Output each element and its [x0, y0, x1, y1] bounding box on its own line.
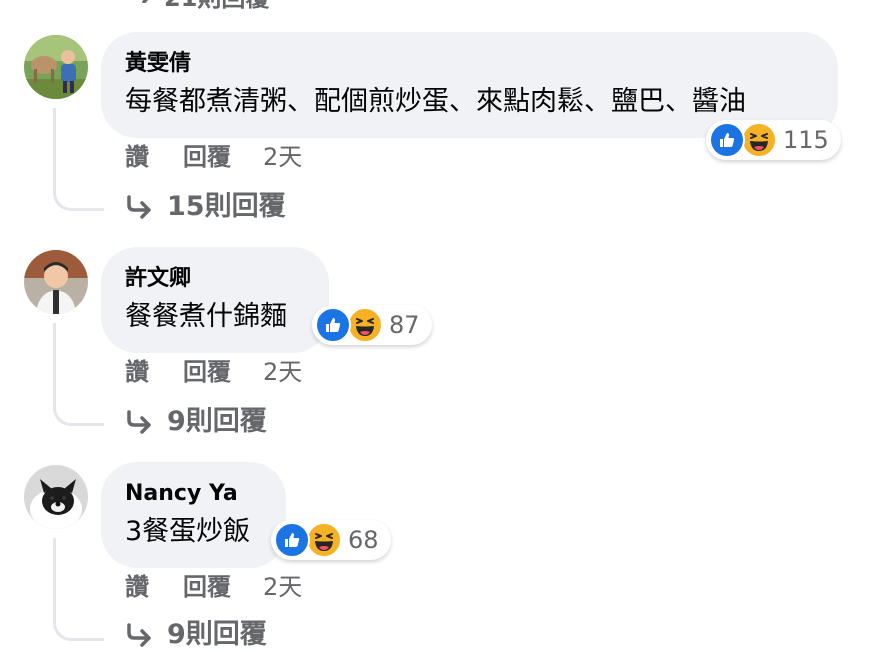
like-button[interactable]: 讚 [125, 142, 149, 172]
like-reaction-icon [315, 307, 351, 343]
thread-line [53, 108, 104, 211]
reaction-count: 115 [783, 126, 829, 154]
view-replies-label: 9則回覆 [167, 406, 267, 437]
view-replies-label: 15則回覆 [167, 191, 286, 222]
reply-arrow-icon [125, 623, 153, 647]
haha-reaction-icon [741, 122, 777, 158]
view-replies-link[interactable]: 9則回覆 [125, 618, 267, 652]
reply-arrow-icon [128, 0, 154, 9]
comment-author[interactable]: 許文卿 [125, 265, 305, 293]
comment-text: 每餐都煮清粥、配個煎炒蛋、來點肉鬆、鹽巴、醬油 [125, 86, 746, 117]
like-reaction-icon [709, 122, 745, 158]
comments-page: 21則回覆 黃雯倩 每餐都煮清粥、配個煎炒蛋、來點肉鬆、鹽巴、醬油 [0, 0, 896, 652]
view-replies-label: 9則回覆 [167, 619, 267, 650]
comment-text: 3餐蛋炒飯 [125, 516, 251, 547]
comment-timestamp[interactable]: 2天 [263, 142, 302, 172]
reaction-count: 87 [389, 311, 420, 339]
comment-text: 餐餐煮什錦麵 [125, 301, 287, 332]
reply-arrow-icon [125, 195, 153, 219]
comment-author[interactable]: Nancy Ya [125, 480, 262, 508]
comment-actions: 讚 回覆 2天 [125, 357, 302, 387]
thread-line [53, 323, 104, 426]
reaction-summary[interactable]: 115 [706, 120, 841, 160]
thread-line [53, 538, 104, 641]
reply-button[interactable]: 回覆 [183, 572, 231, 602]
like-button[interactable]: 讚 [125, 572, 149, 602]
avatar[interactable] [24, 465, 88, 529]
comment-timestamp[interactable]: 2天 [263, 572, 302, 602]
haha-reaction-icon [306, 522, 342, 558]
comment-bubble: Nancy Ya 3餐蛋炒飯 [101, 462, 286, 568]
reaction-count: 68 [348, 526, 379, 554]
reply-button[interactable]: 回覆 [183, 357, 231, 387]
view-replies-link[interactable]: 15則回覆 [125, 190, 286, 224]
replies-link-label: 21則回覆 [164, 0, 269, 13]
comment-bubble: 許文卿 餐餐煮什錦麵 [101, 247, 329, 353]
replies-link-cut[interactable]: 21則回覆 [128, 0, 269, 12]
like-button[interactable]: 讚 [125, 357, 149, 387]
haha-reaction-icon [347, 307, 383, 343]
view-replies-link[interactable]: 9則回覆 [125, 405, 267, 439]
reply-button[interactable]: 回覆 [183, 142, 231, 172]
avatar[interactable] [24, 35, 88, 99]
like-reaction-icon [274, 522, 310, 558]
reaction-summary[interactable]: 87 [312, 305, 432, 345]
reply-arrow-icon [125, 410, 153, 434]
avatar[interactable] [24, 250, 88, 314]
reaction-summary[interactable]: 68 [271, 520, 391, 560]
comment-actions: 讚 回覆 2天 [125, 142, 302, 172]
comment-timestamp[interactable]: 2天 [263, 357, 302, 387]
comment-actions: 讚 回覆 2天 [125, 572, 302, 602]
comment-author[interactable]: 黃雯倩 [125, 50, 814, 78]
